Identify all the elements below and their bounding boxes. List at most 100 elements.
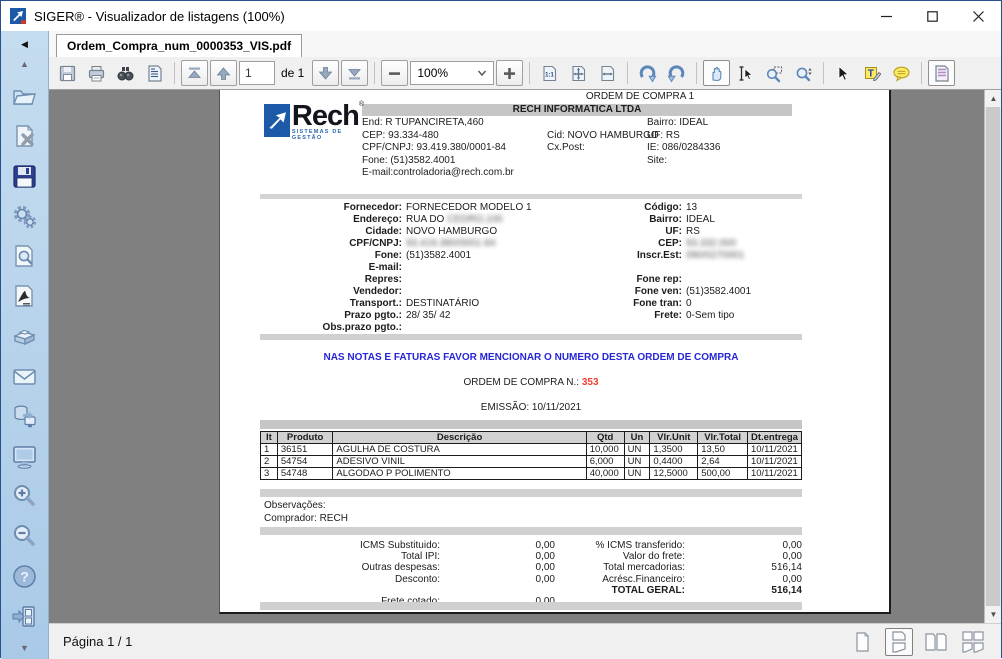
totals-row: TOTAL GERAL: 516,14: [520, 585, 802, 596]
separator-bar: [260, 602, 802, 610]
hand-tool-button[interactable]: [703, 60, 730, 86]
company-info-col2: Cid: NOVO HAMBURGOCx.Post:: [547, 130, 659, 155]
table-column-header: Descrição: [333, 432, 586, 444]
print-button[interactable]: [83, 60, 110, 86]
totals-right-column: % ICMS transferido: 0,00 Valor do frete:…: [520, 540, 802, 596]
single-page-layout-button[interactable]: [848, 628, 876, 656]
exit-button[interactable]: [9, 601, 41, 632]
select-annotation-button[interactable]: [830, 60, 857, 86]
report-list-button[interactable]: [141, 60, 168, 86]
supplier-row: [542, 262, 751, 274]
single-page-icon: [850, 630, 874, 654]
open-file-button[interactable]: [9, 81, 41, 112]
plus-icon: [500, 64, 519, 83]
field-label: CPF/CNPJ:: [260, 238, 402, 250]
buyer-line: Comprador: RECH: [264, 513, 348, 526]
zoom-out-button[interactable]: [381, 60, 408, 86]
field-label: Cidade:: [260, 226, 402, 238]
export-pdf-button[interactable]: [9, 281, 41, 312]
field-label: [542, 262, 682, 274]
fit-page-button[interactable]: [565, 60, 592, 86]
actual-size-icon: 1:1: [540, 64, 559, 83]
save-report-button[interactable]: [9, 161, 41, 192]
field-label: Fone ven:: [542, 286, 682, 298]
separator-bar: [260, 194, 802, 199]
settings-button[interactable]: [9, 201, 41, 232]
help-button[interactable]: ?: [9, 561, 41, 592]
scrollbar-thumb[interactable]: [986, 107, 1000, 606]
company-info-line: Cx.Post:: [547, 142, 659, 155]
field-label: UF:: [542, 226, 682, 238]
page-status-label: Página 1 / 1: [63, 634, 132, 649]
field-label: Vendedor:: [260, 286, 402, 298]
table-row: 1 36151 AGULHA DE COSTURA 10,000 UN 1,35…: [261, 444, 802, 456]
vertical-scrollbar[interactable]: ▲ ▼: [984, 90, 1001, 623]
totals-row: Total mercadorias: 516,14: [520, 562, 802, 573]
binoculars-icon: [116, 64, 135, 83]
rotate-counterclockwise-button[interactable]: [663, 60, 690, 86]
toolbar-separator: [529, 62, 530, 84]
preview-button[interactable]: [9, 241, 41, 272]
items-table: ItProdutoDescriçãoQtdUnVlr.UnitVlr.Total…: [260, 431, 802, 480]
supplier-row: Bairro: IDEAL: [542, 214, 751, 226]
print-report-button[interactable]: [9, 321, 41, 352]
totals-row: Valor do frete: 0,00: [520, 551, 802, 562]
text-select-tool-button[interactable]: [732, 60, 759, 86]
continuous-layout-button[interactable]: [885, 628, 913, 656]
next-page-button[interactable]: [312, 60, 339, 86]
scroll-up-button[interactable]: ▲: [985, 90, 1001, 107]
email-button[interactable]: [9, 361, 41, 392]
continuous-facing-layout-button[interactable]: [959, 628, 987, 656]
comment-annotation-button[interactable]: [888, 60, 915, 86]
company-info-line: Bairro: IDEAL: [647, 117, 720, 130]
first-page-button[interactable]: [181, 60, 208, 86]
document-properties-button[interactable]: [928, 60, 955, 86]
minimize-button[interactable]: [863, 1, 909, 31]
sidebar-scroll-up-button[interactable]: ▲: [20, 59, 29, 69]
totals-row: % ICMS transferido: 0,00: [520, 540, 802, 551]
fit-width-button[interactable]: [594, 60, 621, 86]
table-row: 3 54748 ALGODAO P POLIMENTO 40,000 UN 12…: [261, 468, 802, 480]
facing-pages-layout-button[interactable]: [922, 628, 950, 656]
field-label: Fornecedor:: [260, 202, 402, 214]
scroll-down-button[interactable]: ▼: [985, 606, 1001, 623]
actual-size-button[interactable]: 1:1: [536, 60, 563, 86]
company-info-line: Fone: (51)3582.4001: [362, 155, 514, 168]
zoom-dynamic-tool-button[interactable]: [790, 60, 817, 86]
previous-page-button[interactable]: [210, 60, 237, 86]
table-column-header: Produto: [277, 432, 333, 444]
table-column-header: Qtd: [586, 432, 624, 444]
separator-bar: [260, 527, 802, 535]
zoom-marquee-icon: [765, 64, 784, 83]
fit-page-icon: [569, 64, 588, 83]
hand-icon: [707, 64, 726, 83]
sidebar-scroll-down-button[interactable]: ▼: [20, 643, 29, 653]
text-annotation-button[interactable]: T: [859, 60, 886, 86]
company-info-line: CEP: 93.334-480: [362, 130, 514, 143]
toolbar-separator: [696, 62, 697, 84]
supplier-row: Frete: 0-Sem tipo: [542, 310, 751, 322]
search-button[interactable]: [112, 60, 139, 86]
zoom-level-select[interactable]: 100%: [410, 61, 494, 85]
zoom-in-button[interactable]: [9, 481, 41, 512]
display-button[interactable]: [9, 441, 41, 472]
zoom-marquee-tool-button[interactable]: [761, 60, 788, 86]
first-page-icon: [185, 64, 204, 83]
supplier-row: Código: 13: [542, 202, 751, 214]
save-button[interactable]: [54, 60, 81, 86]
document-tab[interactable]: Ordem_Compra_num_0000353_VIS.pdf: [56, 34, 302, 57]
close-button[interactable]: [955, 1, 1001, 31]
export-data-button[interactable]: [9, 401, 41, 432]
supplier-row: E-mail:: [260, 262, 532, 274]
rotate-clockwise-button[interactable]: [634, 60, 661, 86]
page-number-value: 1: [245, 66, 252, 80]
supplier-left-column: Fornecedor: FORNECEDOR MODELO 1 Endereço…: [260, 202, 532, 334]
sidebar-collapse-button[interactable]: ◀: [21, 39, 28, 49]
gears-icon: [10, 202, 39, 231]
page-number-input[interactable]: 1: [239, 61, 275, 85]
close-document-button[interactable]: [9, 121, 41, 152]
maximize-button[interactable]: [909, 1, 955, 31]
zoom-in-button[interactable]: [496, 60, 523, 86]
last-page-button[interactable]: [341, 60, 368, 86]
zoom-out-button[interactable]: [9, 521, 41, 552]
